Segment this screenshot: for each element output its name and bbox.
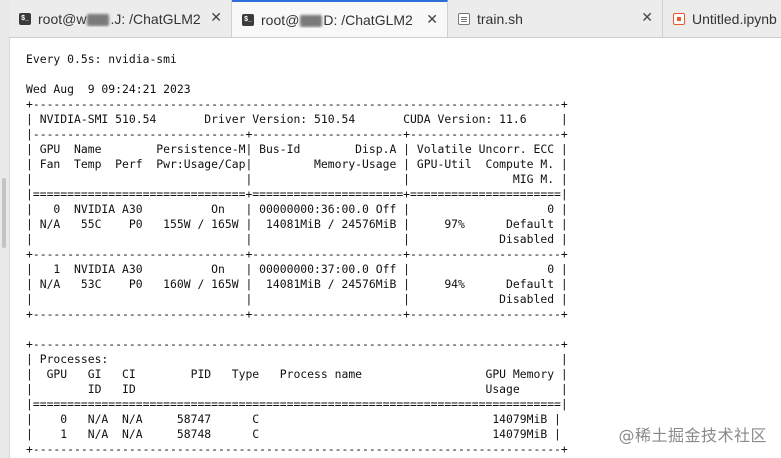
watermark: @稀土掘金技术社区 <box>618 426 767 445</box>
sidebar-scroll-handle[interactable] <box>2 178 6 248</box>
tab-label: root@ D: /ChatGLM2 <box>261 11 413 28</box>
close-icon[interactable]: ✕ <box>641 10 653 24</box>
left-sidebar-strip <box>0 0 10 458</box>
redacted-mask <box>300 14 323 27</box>
notebook-icon <box>673 12 685 25</box>
tab-untitled-ipynb[interactable]: Untitled.ipynb <box>663 0 781 37</box>
terminal-output[interactable]: Every 0.5s: nvidia-smi Wed Aug 9 09:24:2… <box>26 52 568 457</box>
close-icon[interactable]: ✕ <box>210 10 222 24</box>
tab-label: train.sh <box>477 10 523 27</box>
tab-train-sh[interactable]: train.sh ✕ <box>448 0 663 37</box>
tab-terminal-2[interactable]: $_ root@ D: /ChatGLM2 ✕ <box>232 0 448 37</box>
close-icon[interactable]: ✕ <box>426 12 438 26</box>
tab-bar: $_ root@w .J: /ChatGLM2 ✕ $_ root@ D: /Cha… <box>9 0 781 38</box>
terminal-icon: $_ <box>19 12 31 25</box>
redacted-mask <box>87 13 110 26</box>
tab-terminal-1[interactable]: $_ root@w .J: /ChatGLM2 ✕ <box>9 0 232 37</box>
terminal-icon: $_ <box>242 13 254 26</box>
file-icon <box>458 12 470 25</box>
tab-label: Untitled.ipynb <box>692 10 777 27</box>
tab-label: root@w .J: /ChatGLM2 <box>38 10 201 27</box>
